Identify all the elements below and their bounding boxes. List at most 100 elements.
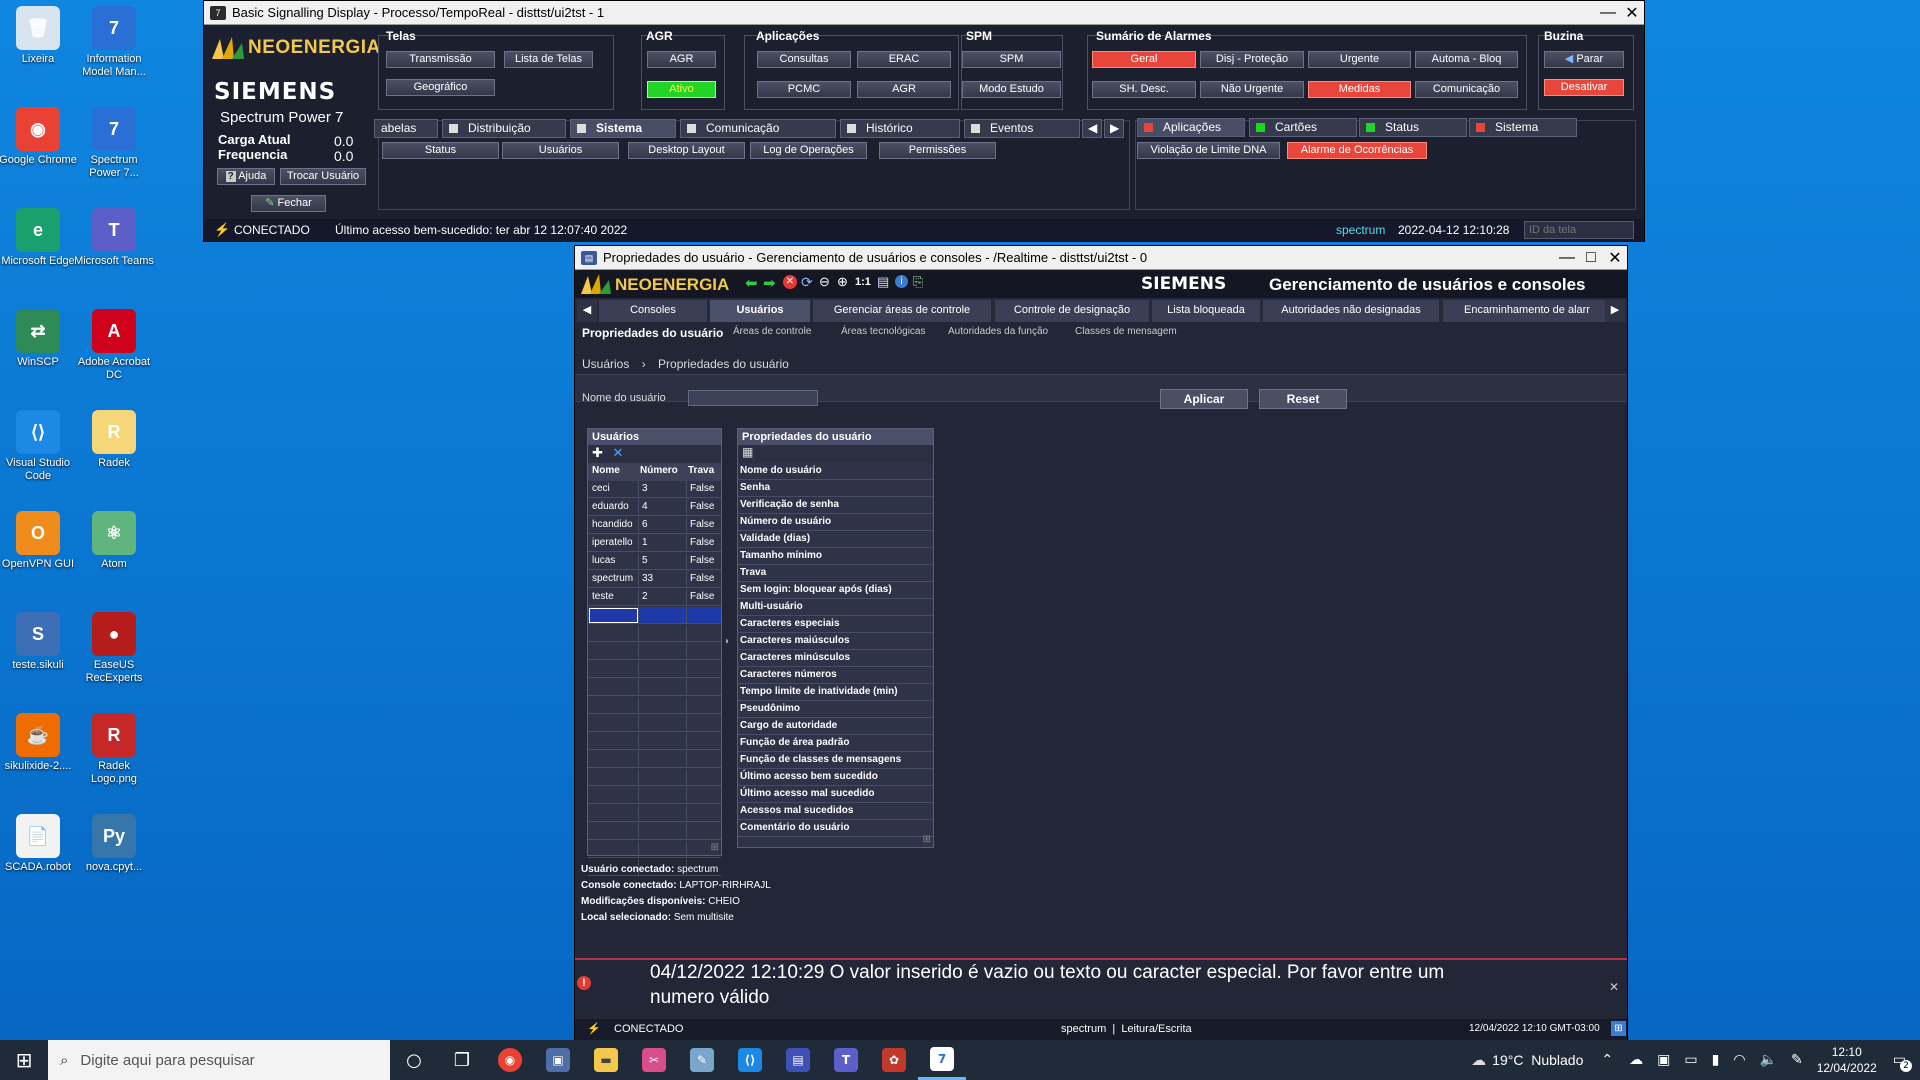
tab-0[interactable]: Consoles — [599, 300, 707, 322]
parar-button[interactable]: ◀ Parar — [1544, 51, 1624, 68]
desktop-icon[interactable]: Py nova.cpyt... — [74, 814, 154, 874]
desktop-icon[interactable]: R Radek — [74, 410, 154, 470]
pen-icon[interactable]: ✎ — [1791, 1052, 1803, 1068]
property-row[interactable]: Caracteres números — [738, 667, 933, 684]
agr-app-button[interactable]: AGR — [857, 81, 951, 98]
property-row[interactable]: Pseudônimo — [738, 701, 933, 718]
add-user-icon[interactable]: ✚ — [592, 445, 603, 460]
tab-3[interactable]: Controle de designação — [995, 300, 1149, 322]
start-button[interactable]: ⊞ — [0, 1040, 48, 1080]
desktop-icon[interactable]: O OpenVPN GUI — [0, 511, 78, 571]
tab-6[interactable]: Encaminhamento de alarr — [1443, 300, 1611, 322]
sistema-sub-button[interactable]: Log de Operações — [750, 142, 867, 159]
close-icon[interactable]: ✕ — [1620, 2, 1644, 24]
table-row[interactable]: spectrum 33 False — [588, 571, 721, 588]
subtab-0[interactable]: Propriedades do usuário — [582, 326, 723, 342]
tab-3[interactable]: Comunicação — [680, 119, 836, 138]
property-row[interactable]: Senha — [738, 480, 933, 497]
tab-1[interactable]: Usuários — [710, 300, 810, 322]
property-row[interactable]: Função de área padrão — [738, 735, 933, 752]
desktop-icon[interactable]: ⟨⟩ Visual Studio Code — [0, 410, 78, 483]
property-row[interactable]: Cargo de autoridade — [738, 718, 933, 735]
col-numero[interactable]: Número — [640, 465, 678, 476]
modo-estudo-button[interactable]: Modo Estudo — [962, 81, 1061, 98]
breadcrumb-users[interactable]: Usuários — [582, 357, 629, 371]
alarm-tab-1[interactable]: Cartões — [1249, 118, 1357, 137]
edit-cell[interactable] — [589, 608, 638, 623]
export-icon[interactable]: ⎘ — [913, 274, 923, 290]
desktop-icon[interactable]: ⇄ WinSCP — [0, 309, 78, 369]
table-row[interactable]: iperatello 1 False — [588, 535, 721, 552]
switch-user-button[interactable]: Trocar Usuário — [280, 168, 366, 185]
wifi-icon[interactable]: ◠ — [1733, 1052, 1745, 1068]
desktop-icon[interactable]: ⚛ Atom — [74, 511, 154, 571]
table-row[interactable] — [588, 661, 721, 678]
desativar-button[interactable]: Desativar — [1544, 79, 1624, 96]
alarm-disj-button[interactable]: Disj - Proteção — [1200, 51, 1304, 68]
sistema-sub-button[interactable]: Status — [382, 142, 499, 159]
taskbar-app3-icon[interactable]: ✿ — [870, 1040, 918, 1080]
pcmc-button[interactable]: PCMC — [757, 81, 851, 98]
taskbar-teams-icon[interactable]: T — [822, 1040, 870, 1080]
alarm-medidas-button[interactable]: Medidas — [1308, 81, 1411, 98]
tab-2[interactable]: Sistema — [570, 119, 676, 138]
tab-5[interactable]: Autoridades não designadas — [1263, 300, 1439, 322]
property-row[interactable]: Número de usuário — [738, 514, 933, 531]
onedrive-icon[interactable]: ☁ — [1629, 1052, 1643, 1068]
alarm-nao-urgente-button[interactable]: Não Urgente — [1200, 81, 1304, 98]
subtab-4[interactable]: Classes de mensagem — [1075, 326, 1177, 342]
alarm-tab-2[interactable]: Status — [1359, 118, 1467, 137]
property-row[interactable]: Tempo limite de inatividade (min) — [738, 684, 933, 701]
table-row[interactable] — [588, 679, 721, 696]
refresh-icon[interactable]: ⟳ — [801, 274, 813, 291]
transmissao-button[interactable]: Transmissão — [386, 51, 495, 68]
alarm-tab-0[interactable]: Aplicações — [1137, 118, 1245, 137]
zoom-level[interactable]: 1:1 — [855, 276, 871, 288]
table-row[interactable]: lucas 5 False — [588, 553, 721, 570]
subtab-2[interactable]: Áreas tecnológicas — [841, 326, 926, 342]
table-row[interactable] — [588, 805, 721, 822]
tabs-scroll-right-icon[interactable]: ▶ — [1605, 300, 1625, 322]
tray-app-icon[interactable]: ▣ — [1657, 1052, 1670, 1068]
alarm-urgente-button[interactable]: Urgente — [1308, 51, 1411, 68]
property-row[interactable]: Caracteres minúsculos — [738, 650, 933, 667]
property-row[interactable]: Comentário do usuário — [738, 820, 933, 837]
delete-user-icon[interactable]: ✕ — [613, 445, 624, 460]
taskbar-app-icon[interactable]: ▣ — [534, 1040, 582, 1080]
cortana-icon[interactable]: ○ — [390, 1040, 438, 1080]
property-row[interactable]: Último acesso mal sucedido — [738, 786, 933, 803]
lista-telas-button[interactable]: Lista de Telas — [504, 51, 593, 68]
reset-button[interactable]: Reset — [1259, 389, 1347, 409]
table-row[interactable] — [588, 697, 721, 714]
alarme-ocorrencias-button[interactable]: Alarme de Ocorrências — [1287, 142, 1427, 159]
alarm-shdesc-button[interactable]: SH. Desc. — [1092, 81, 1196, 98]
taskbar-sp7-icon[interactable]: 7 — [918, 1040, 966, 1080]
tab-4[interactable]: Histórico — [840, 119, 960, 138]
battery-icon[interactable]: ▮ — [1712, 1052, 1720, 1068]
desktop-icon[interactable]: Steste.sikuli — [0, 612, 78, 672]
agr-button[interactable]: AGR — [647, 51, 716, 68]
table-row[interactable] — [588, 625, 721, 642]
resize-grip-icon[interactable]: ⊞ — [923, 834, 931, 845]
property-row[interactable]: Validade (dias) — [738, 531, 933, 548]
notification-center-icon[interactable]: ▭ 2 — [1893, 1052, 1912, 1072]
table-row[interactable] — [588, 823, 721, 840]
tray-display-icon[interactable]: ▭ — [1684, 1052, 1697, 1068]
table-row[interactable] — [588, 841, 721, 858]
desktop-icon[interactable]: ◉ Google Chrome — [0, 107, 78, 167]
table-row[interactable] — [588, 643, 721, 660]
property-row[interactable]: Acessos mal sucedidos — [738, 803, 933, 820]
tab-5[interactable]: Eventos — [964, 119, 1080, 138]
forward-arrow-icon[interactable]: ➡ — [763, 274, 776, 292]
minimize-icon[interactable]: — — [1555, 247, 1579, 269]
taskbar-explorer-icon[interactable]: ▬ — [582, 1040, 630, 1080]
property-row[interactable]: Função de classes de mensagens — [738, 752, 933, 769]
alarm-automa-button[interactable]: Automa - Bloq — [1415, 51, 1518, 68]
tab-1[interactable]: Distribuição — [442, 119, 566, 138]
desktop-icon[interactable]: e Microsoft Edge — [0, 208, 78, 268]
property-row[interactable]: Caracteres maiúsculos — [738, 633, 933, 650]
taskbar-tool-icon[interactable]: ✎ — [678, 1040, 726, 1080]
table-row[interactable] — [588, 607, 721, 624]
taskbar-snip-icon[interactable]: ✂ — [630, 1040, 678, 1080]
document-icon[interactable]: ▤ — [877, 274, 889, 290]
